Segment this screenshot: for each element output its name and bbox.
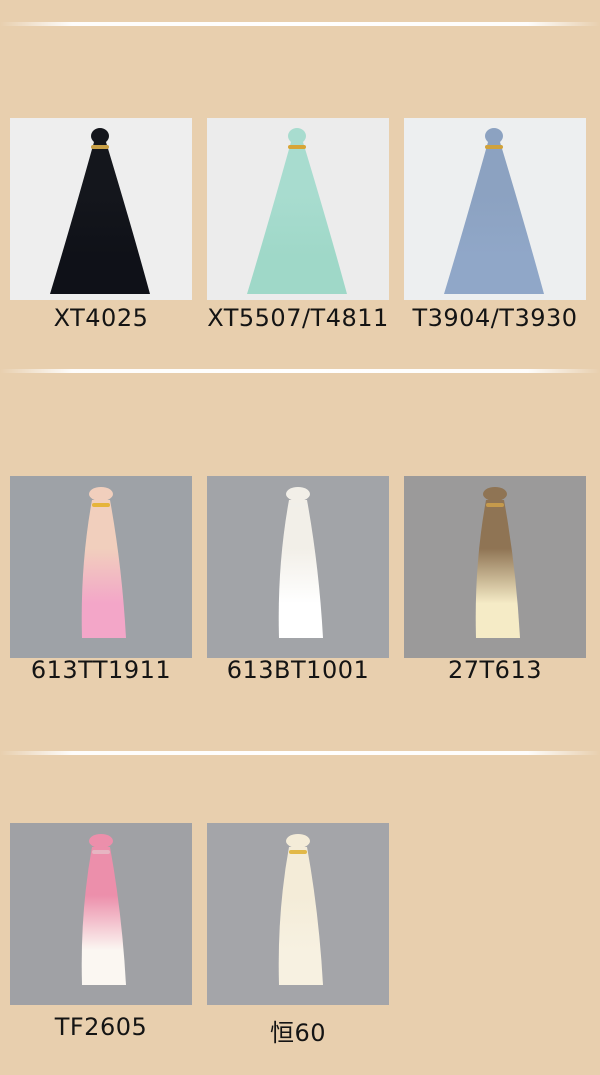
swatch-card[interactable]: 恒60 bbox=[207, 823, 389, 1047]
hair-swatch-image bbox=[10, 823, 192, 1005]
hair-tie-band bbox=[289, 503, 307, 507]
hair-swatch-image bbox=[404, 118, 586, 300]
hair-tie-band bbox=[91, 145, 109, 149]
swatch-code-label: TF2605 bbox=[54, 1013, 148, 1041]
hair-tie-band bbox=[289, 850, 307, 854]
divider-bottom bbox=[0, 751, 600, 755]
swatch-code-label: 613BT1001 bbox=[226, 656, 370, 684]
hair-tie-band bbox=[288, 145, 306, 149]
swatch-code-label: XT5507/T4811 bbox=[207, 304, 389, 332]
hair-knot bbox=[286, 834, 310, 848]
swatch-code-label: 恒60 bbox=[269, 1019, 327, 1047]
hair-swatch-image bbox=[207, 823, 389, 1005]
hair-knot bbox=[286, 487, 310, 501]
divider-middle bbox=[0, 369, 600, 373]
hair-knot bbox=[89, 487, 113, 501]
hair-tie-band bbox=[486, 503, 504, 507]
hair-swatch-image bbox=[10, 118, 192, 300]
hair-knot bbox=[485, 128, 503, 144]
hair-swatch-image bbox=[207, 118, 389, 300]
swatch-card[interactable]: 27T613 bbox=[404, 476, 586, 684]
swatch-code-label: XT4025 bbox=[53, 304, 149, 332]
swatch-card[interactable]: 613BT1001 bbox=[207, 476, 389, 684]
hair-tie-band bbox=[92, 503, 110, 507]
hair-swatch-image bbox=[10, 476, 192, 658]
swatch-code-label: 27T613 bbox=[447, 656, 542, 684]
swatch-card[interactable]: 613TT1911 bbox=[10, 476, 192, 684]
hair-swatch-image bbox=[404, 476, 586, 658]
swatch-code-label: T3904/T3930 bbox=[412, 304, 578, 332]
hair-knot bbox=[89, 834, 113, 848]
hair-tie-band bbox=[92, 850, 110, 854]
divider-top bbox=[0, 22, 600, 26]
hair-knot bbox=[483, 487, 507, 501]
hair-knot bbox=[288, 128, 306, 144]
swatch-card[interactable]: TF2605 bbox=[10, 823, 192, 1041]
swatch-card[interactable]: XT4025 bbox=[10, 118, 192, 332]
swatch-card[interactable]: T3904/T3930 bbox=[404, 118, 586, 332]
hair-swatch-image bbox=[207, 476, 389, 658]
swatch-card[interactable]: XT5507/T4811 bbox=[207, 118, 389, 332]
swatch-code-label: 613TT1911 bbox=[30, 656, 172, 684]
hair-tie-band bbox=[485, 145, 503, 149]
hair-knot bbox=[91, 128, 109, 144]
